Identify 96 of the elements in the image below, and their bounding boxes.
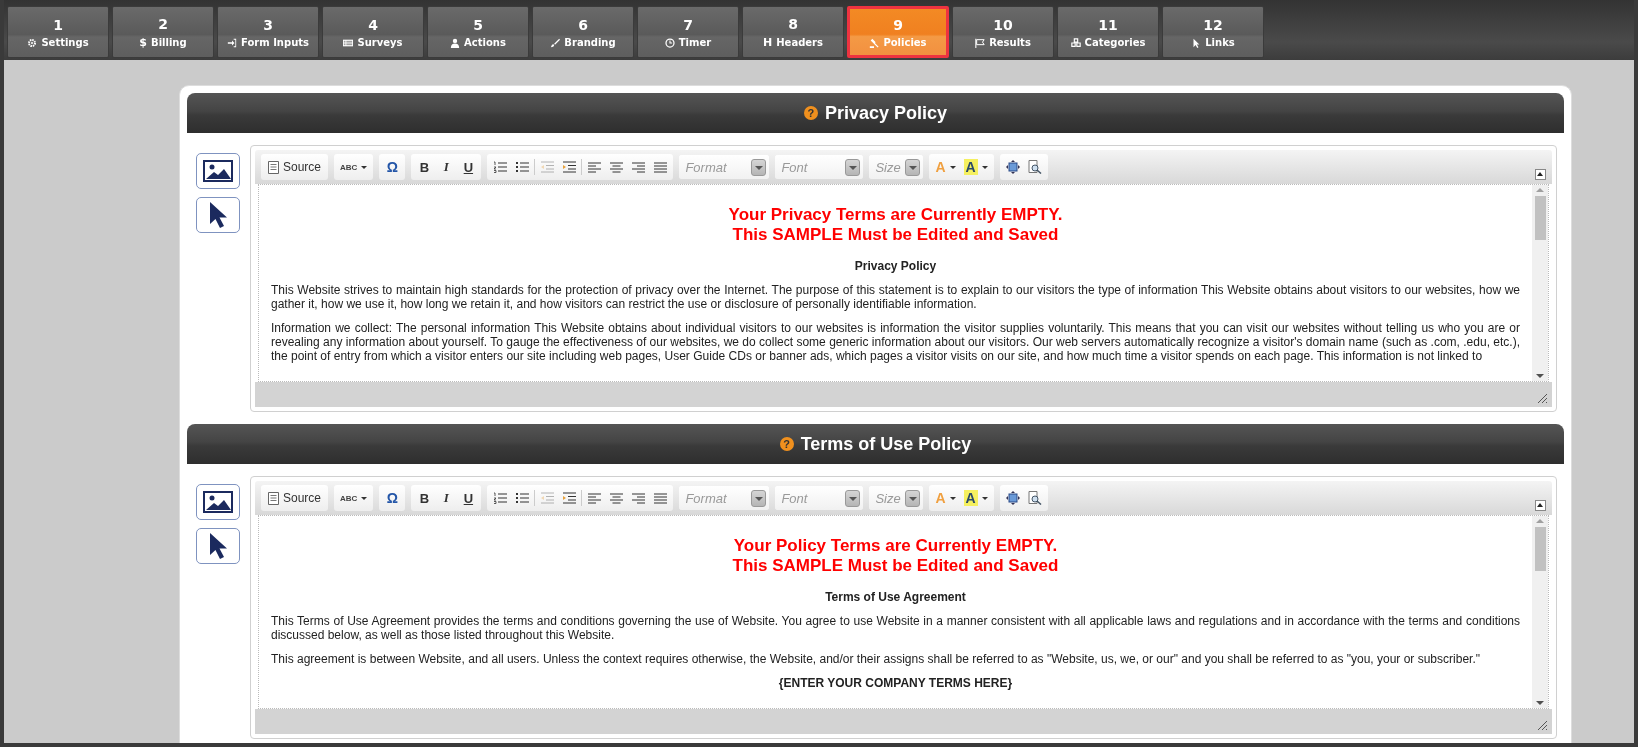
help-icon[interactable]: ? (803, 106, 818, 120)
image-icon (203, 160, 233, 182)
caret-icon (361, 496, 368, 500)
bulleted-list-icon (515, 161, 530, 173)
tab-label: Billing (151, 37, 187, 48)
document-icon (268, 491, 279, 505)
insert-link-button[interactable] (196, 197, 240, 233)
help-icon[interactable]: ? (779, 437, 794, 451)
list-icon (343, 37, 354, 48)
resize-handle-icon[interactable] (1537, 393, 1548, 404)
tab-label: Settings (41, 37, 89, 48)
nav-tab[interactable]: 4 Surveys (322, 6, 424, 58)
resize-handle-icon[interactable] (1537, 720, 1548, 731)
flag-icon (975, 37, 986, 48)
indent-icon (562, 492, 577, 504)
tab-label: Categories (1084, 37, 1146, 48)
pointer-icon (1191, 37, 1202, 48)
nav-tab[interactable]: 3 Form Inputs (217, 6, 319, 58)
image-icon (203, 491, 233, 513)
nav-tab[interactable]: 2 $ Billing (112, 6, 214, 58)
indent-icon (562, 161, 577, 173)
nav-tab[interactable]: 11 Categories (1057, 6, 1159, 58)
nav-tab[interactable]: 6 Branding (532, 6, 634, 58)
cursor-icon (208, 201, 228, 229)
align-right-icon (631, 492, 645, 504)
policy-paragraph: This Website strives to maintain high standards for the protection of privacy over the Internet. The purpose of this statement is to explain to our visitors the type of information This Website obtains about visitors to our websites, how we gather it, how we use it, how long we retain it, and how visitors can restrict the use or disclosure of personally identifiable information. (271, 283, 1520, 311)
nav-tab[interactable]: 12 Links (1162, 6, 1264, 58)
caret-icon (361, 165, 368, 169)
tab-label: Links (1205, 37, 1235, 48)
italic-button[interactable]: I (436, 487, 457, 509)
collapse-toolbar-icon[interactable] (1535, 500, 1546, 511)
tab-label: Results (989, 37, 1031, 48)
collapse-toolbar-icon[interactable] (1535, 169, 1546, 180)
justify-icon (653, 492, 667, 504)
nav-tab[interactable]: 8 H Headers (742, 6, 844, 58)
tab-label: Surveys (357, 37, 403, 48)
document-title: Privacy Policy (853, 259, 938, 273)
bold-button[interactable]: B (414, 487, 435, 509)
caret-icon (949, 496, 956, 500)
policy-paragraph: This agreement is between Website, and all users. Unless the context requires otherwise, the Website, and/or their assigns shall be referred to as "Website, us, we, or our" and you shall be referred to as "you, your or subscriber." (271, 652, 1481, 666)
nav-tab[interactable]: 5 Actions (427, 6, 529, 58)
numbered-list-icon (493, 492, 508, 504)
clock-icon (664, 37, 675, 48)
bulleted-list-icon (515, 492, 530, 504)
policy-paragraph: Information we collect: The personal information This Website obtains about individual visitors to our websites is information the visitor supplies voluntarily. This means that you can visit our websites without telling us who you are or revealing any information about yourself. To gauge the effectiveness of our websites, we do collect some generic information about our visitors. Our web servers automatically recognize a visitor's domain name (such as .com, .edu, etc.), the point of entry from which a visitor enters our site including web pages, User Guide CDs or banner ads, which pages a visitor visits on our site, and how much time a visitor spends on each page. This information is not linked to (271, 321, 1520, 363)
italic-button[interactable]: I (436, 156, 457, 178)
align-right-icon (631, 161, 645, 173)
sign-in-icon (227, 37, 237, 48)
nav-tab[interactable]: 10 Results (952, 6, 1054, 58)
insert-image-button[interactable] (196, 153, 240, 189)
tab-label: Form Inputs (241, 37, 309, 48)
gavel-icon (869, 37, 880, 48)
section-title: Terms of Use Policy (800, 433, 972, 455)
background-color-button[interactable]: A (960, 487, 991, 509)
align-left-icon (587, 161, 601, 173)
align-center-icon (609, 492, 623, 504)
brush-icon (550, 37, 561, 48)
maximize-icon (1005, 491, 1020, 505)
tab-label: Actions (464, 37, 506, 48)
nav-tab[interactable]: 7 Timer (637, 6, 739, 58)
placeholder-heading: {ENTER YOUR COMPANY TERMS HERE} (777, 676, 1014, 690)
justify-icon (653, 161, 667, 173)
caret-icon (949, 165, 956, 169)
align-left-icon (587, 492, 601, 504)
caret-icon (981, 165, 988, 169)
underline-button[interactable]: U (458, 156, 479, 178)
tab-label: Policies (883, 37, 927, 48)
align-center-icon (609, 161, 623, 173)
insert-image-button[interactable] (196, 484, 240, 520)
outdent-icon (540, 161, 555, 173)
cursor-icon (208, 532, 228, 560)
underline-button[interactable]: U (458, 487, 479, 509)
preview-icon (1027, 491, 1042, 505)
insert-link-button[interactable] (196, 528, 240, 564)
warning-notice: Your Policy Terms are Currently EMPTY. This SAMPLE Must be Edited and Saved (731, 536, 1060, 576)
background-color-button[interactable]: A (960, 156, 991, 178)
nav-tab[interactable]: 1 Settings (7, 6, 109, 58)
bold-button[interactable]: B (414, 156, 435, 178)
gear-icon (27, 37, 38, 48)
document-icon (268, 160, 279, 174)
user-icon (450, 37, 461, 48)
preview-icon (1027, 160, 1042, 174)
document-title: Terms of Use Agreement (824, 590, 967, 604)
section-title: Privacy Policy (824, 102, 948, 124)
scrollbar[interactable] (1532, 185, 1548, 381)
numbered-list-icon (493, 161, 508, 173)
warning-notice: Your Privacy Terms are Currently EMPTY. This SAMPLE Must be Edited and Saved (727, 205, 1064, 245)
outdent-icon (540, 492, 555, 504)
policy-paragraph: This Terms of Use Agreement provides the terms and conditions governing the use of Website. You agree to use Website in a manner consistent with all applicable laws and regulations and in accordance with the terms and conditions discussed below, as well as those listed throughout this Website. (271, 614, 1520, 642)
tab-label: Branding (564, 37, 616, 48)
tab-label: Headers (776, 37, 823, 48)
cubes-icon (1070, 37, 1081, 48)
scrollbar[interactable] (1532, 516, 1548, 708)
tab-label: Timer (678, 37, 712, 48)
caret-icon (981, 496, 988, 500)
maximize-icon (1005, 160, 1020, 174)
